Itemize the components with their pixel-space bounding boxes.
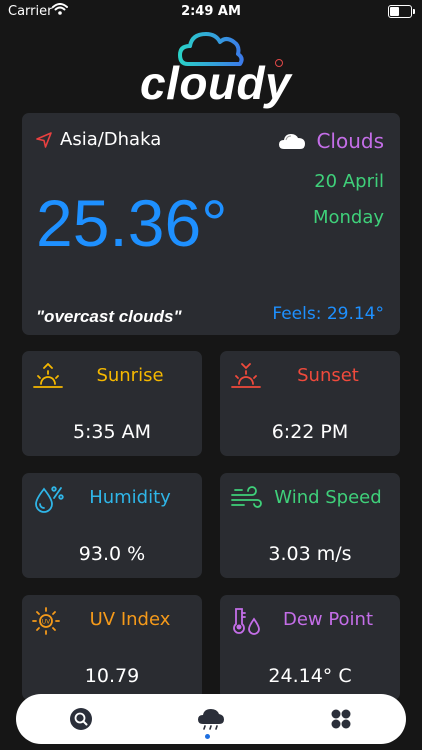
cloud-icon [279,134,306,149]
uv-index-tile: UV UV Index 10.79 [22,595,202,700]
active-tab-indicator [205,734,210,739]
location-arrow-icon [36,131,52,148]
sunset-label: Sunset [297,365,359,386]
feels-like: Feels: 29.14° [272,304,384,324]
sunrise-label: Sunrise [96,365,164,386]
status-time: 2:49 AM [181,4,241,19]
logo-degree-mark [275,59,283,67]
wind-speed-label: Wind Speed [274,487,382,508]
sunset-value: 6:22 PM [271,421,349,443]
humidity-value: 93.0 % [78,543,146,565]
temperature-value: 25.36° [36,186,228,260]
day-label: Monday [312,207,384,228]
bottom-nav [16,694,406,744]
wind-speed-value: 3.03 m/s [268,543,352,565]
search-icon [70,708,92,730]
sunrise-tile: Sunrise 5:35 AM [22,351,202,456]
weather-description: "overcast clouds" [36,307,182,326]
status-bar: Carrier 2:49 AM [0,0,422,24]
logo-text: cloudy [140,57,292,109]
condition: Clouds [278,129,384,153]
uv-index-value: 10.79 [84,665,140,687]
condition-label: Clouds [316,129,384,153]
current-weather-card: Asia/Dhaka Clouds 20 April Monday 25.36°… [22,113,400,335]
location: Asia/Dhaka [36,129,161,150]
dew-point-value: 24.14° C [268,665,352,687]
uv-index-label: UV Index [89,609,171,630]
wind-speed-tile: Wind Speed 3.03 m/s [220,473,400,578]
battery-icon [388,5,415,18]
grid-icon [331,709,351,729]
humidity-label: Humidity [89,487,171,508]
app-logo: cloudy [130,26,300,109]
sunrise-value: 5:35 AM [72,421,152,443]
tab-weather[interactable] [146,694,276,744]
location-name: Asia/Dhaka [60,129,162,150]
dew-point-tile: Dew Point 24.14° C [220,595,400,700]
dew-point-label: Dew Point [282,609,374,630]
humidity-tile: Humidity 93.0 % [22,473,202,578]
tab-search[interactable] [16,694,146,744]
cloud-rain-icon [198,709,224,730]
date-label: 20 April [314,171,384,192]
sunset-tile: Sunset 6:22 PM [220,351,400,456]
tab-more[interactable] [276,694,406,744]
